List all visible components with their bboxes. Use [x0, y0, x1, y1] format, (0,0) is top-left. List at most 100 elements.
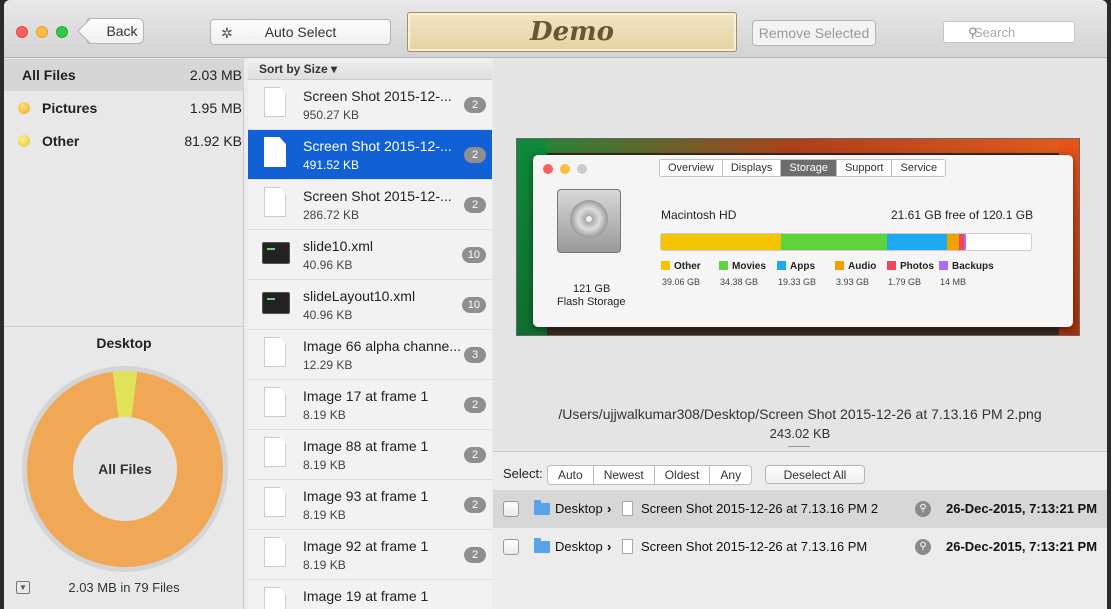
file-list-item[interactable]: Image 92 at frame 1 8.19 KB 2 — [248, 530, 492, 580]
duplicate-row[interactable]: Desktop › Screen Shot 2015-12-26 at 7.13… — [493, 528, 1107, 566]
file-list-item[interactable]: Image 88 at frame 1 8.19 KB 2 — [248, 430, 492, 480]
remove-selected-button[interactable]: Remove Selected — [752, 20, 876, 46]
select-auto-button[interactable]: Auto — [548, 466, 594, 484]
file-list-item[interactable]: Screen Shot 2015-12-... 950.27 KB 2 — [248, 80, 492, 130]
file-list-item[interactable]: Image 17 at frame 1 8.19 KB 2 — [248, 380, 492, 430]
select-oldest-button[interactable]: Oldest — [655, 466, 711, 484]
storage-segment — [781, 234, 888, 250]
category-all-files[interactable]: All Files 2.03 MB — [4, 59, 244, 91]
document-icon — [264, 487, 286, 517]
file-list-item[interactable]: Screen Shot 2015-12-... 286.72 KB 2 — [248, 180, 492, 230]
file-size: 491.52 KB — [303, 158, 360, 172]
duplicate-count-badge: 10 — [461, 247, 486, 263]
chevron-right-icon: › — [607, 501, 612, 516]
terminal-icon — [262, 242, 290, 264]
duplicate-count-badge: 2 — [464, 497, 486, 513]
storage-legend-size: 19.33 GB — [778, 277, 817, 287]
file-size: 950.27 KB — [303, 108, 360, 122]
file-name: Image 17 at frame 1 — [303, 388, 429, 404]
duplicate-count-badge: 3 — [464, 347, 486, 363]
tab-storage: Storage — [781, 160, 837, 176]
duplicate-row[interactable]: Desktop › Screen Shot 2015-12-26 at 7.13… — [493, 490, 1107, 528]
storage-type: Flash Storage — [557, 296, 626, 308]
minimize-window-button[interactable] — [36, 26, 48, 38]
folder-icon — [534, 500, 550, 515]
file-size: 286.72 KB — [303, 208, 360, 222]
select-any-button[interactable]: Any — [710, 466, 751, 484]
duplicate-checkbox[interactable] — [503, 539, 519, 555]
file-name: slideLayout10.xml — [303, 288, 416, 304]
close-window-button[interactable] — [16, 26, 28, 38]
document-icon — [264, 337, 286, 367]
terminal-icon — [262, 292, 290, 314]
storage-legend-size: 34.38 GB — [720, 277, 759, 287]
file-name: Image 93 at frame 1 — [303, 488, 429, 504]
file-size: 40.96 KB — [303, 308, 353, 322]
file-list-item[interactable]: Image 93 at frame 1 8.19 KB 2 — [248, 480, 492, 530]
hard-drive-icon — [557, 189, 621, 253]
storage-legend-size: 14 MB — [940, 277, 967, 287]
duplicate-count-badge: 2 — [464, 447, 486, 463]
tab-displays: Displays — [722, 160, 782, 176]
storage-segment — [661, 234, 782, 250]
storage-segment — [964, 234, 967, 250]
file-name: Image 66 alpha channe... — [303, 338, 462, 354]
tab-overview: Overview — [660, 160, 723, 176]
file-size: 8.19 KB — [303, 558, 346, 572]
select-mode-control: Auto Newest Oldest Any — [547, 465, 753, 485]
file-name: Screen Shot 2015-12-... — [303, 188, 452, 204]
file-size: 12.29 KB — [303, 358, 353, 372]
zoom-window-button[interactable] — [56, 26, 68, 38]
document-icon — [264, 387, 286, 417]
storage-legend-size: 1.79 GB — [888, 277, 922, 287]
sort-by-size-menu[interactable]: Sort by Size ▾ — [248, 58, 492, 80]
file-name: Screen Shot 2015-12-... — [303, 138, 452, 154]
disk-name: Macintosh HD — [661, 208, 737, 222]
file-list-item[interactable]: Image 19 at frame 1 — [248, 580, 492, 609]
duplicate-count-badge: 2 — [464, 397, 486, 413]
size-donut-chart[interactable]: All Files — [20, 364, 230, 574]
storage-segment — [946, 234, 959, 250]
select-newest-button[interactable]: Newest — [594, 466, 655, 484]
duplicate-count-badge: 2 — [464, 547, 486, 563]
disk-capacity: 121 GB — [573, 283, 611, 295]
storage-legend-item: Backups — [939, 261, 994, 272]
file-name: Image 92 at frame 1 — [303, 538, 429, 554]
document-icon — [264, 587, 286, 609]
search-input[interactable]: ⚲ Search — [943, 21, 1075, 43]
deselect-all-button[interactable]: Deselect All — [765, 465, 865, 484]
file-path: /Users/ujjwalkumar308/Desktop/Screen Sho… — [558, 406, 1042, 422]
auto-select-button[interactable]: ✲ Auto Select — [210, 19, 391, 45]
about-this-mac-window: Overview Displays Storage Support Servic… — [533, 155, 1073, 327]
document-icon — [264, 537, 286, 567]
file-list-item[interactable]: Image 66 alpha channe... 12.29 KB 3 — [248, 330, 492, 380]
storage-usage-bar — [660, 233, 1032, 251]
file-list-item[interactable]: slideLayout10.xml 40.96 KB 10 — [248, 280, 492, 330]
category-pictures[interactable]: Pictures 1.95 MB — [4, 92, 244, 124]
storage-legend-size: 3.93 GB — [836, 277, 870, 287]
reveal-magnifier-icon[interactable]: ⚲ — [915, 539, 931, 555]
file-name: Image 19 at frame 1 — [303, 588, 429, 604]
tab-service: Service — [892, 160, 946, 176]
files-summary: 2.03 MB in 79 Files — [68, 580, 180, 595]
file-name: Screen Shot 2015-12-... — [303, 88, 452, 104]
duplicate-checkbox[interactable] — [503, 501, 519, 517]
storage-legend-item: Audio — [835, 261, 876, 272]
preview-pane: Overview Displays Storage Support Servic… — [493, 58, 1107, 452]
back-button[interactable]: Back — [86, 18, 144, 44]
select-bar: Select: Auto Newest Oldest Any Deselect … — [493, 451, 1107, 487]
about-tabs: Overview Displays Storage Support Servic… — [659, 159, 947, 177]
category-other[interactable]: Other 81.92 KB — [4, 125, 244, 157]
reveal-magnifier-icon[interactable]: ⚲ — [915, 501, 931, 517]
document-icon — [622, 539, 633, 554]
file-size: 243.02 KB — [769, 426, 831, 441]
duplicate-count-badge: 2 — [464, 97, 486, 113]
file-list-item[interactable]: Screen Shot 2015-12-... 491.52 KB 2 — [248, 130, 492, 180]
category-sidebar: All Files 2.03 MB Pictures 1.95 MB Other… — [4, 58, 244, 609]
file-list-item[interactable]: slide10.xml 40.96 KB 10 — [248, 230, 492, 280]
disk-free-text: 21.61 GB free of 120.1 GB — [891, 208, 1034, 222]
donut-center-label: All Files — [98, 461, 152, 477]
file-list: Sort by Size ▾ Screen Shot 2015-12-... 95… — [248, 58, 492, 609]
file-name: slide10.xml — [303, 238, 374, 254]
toolbar: Back ✲ Auto Select Demo Remove Selected … — [4, 0, 1107, 58]
